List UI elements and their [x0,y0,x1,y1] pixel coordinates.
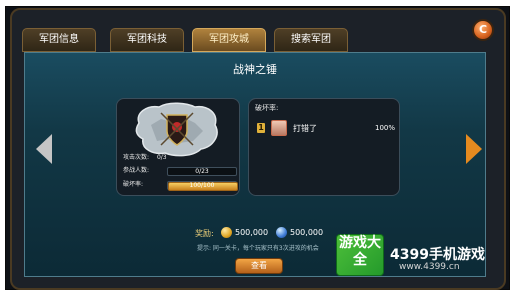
tab-legion-info[interactable]: 军团信息 [22,28,96,52]
gem-icon [276,227,287,238]
reward-gems: 500,000 [290,228,324,237]
stage-map-icon [135,102,218,157]
reward-coins: 500,000 [235,228,269,237]
participants-label: 参战人数: [123,167,150,174]
tab-bar: 军团信息 军团科技 军团攻城 搜索军团 [22,28,482,52]
view-button[interactable]: 查看 [235,258,283,274]
watermark-url: www.4399.cn [399,262,460,272]
attacks-value: 0/3 [156,154,167,161]
attacks-label: 攻击次数: [123,154,150,161]
tab-legion-siege[interactable]: 军团攻城 [192,28,266,52]
damage-heading: 破坏率: [255,104,279,112]
participants-bar: 0/23 [167,167,237,176]
tab-legion-tech[interactable]: 军团科技 [110,28,184,52]
watermark-badge: 游戏大全 [336,234,384,276]
damage-bar: 100/100 [167,181,238,191]
damage-label: 破坏率: [123,181,144,188]
arrow-right-icon[interactable] [466,134,482,164]
close-button[interactable]: C [472,19,494,41]
watermark-text: 4399手机游戏 [390,247,485,263]
rank-badge: 1 [257,123,265,133]
attacks-row: 攻击次数: 0/3 [123,153,167,163]
stage-title: 战神之锤 [233,63,277,76]
player-name: 打错了 [293,124,317,133]
reward-label: 奖励: [195,229,214,238]
tab-search-legion[interactable]: 搜索军团 [274,28,348,52]
player-avatar [271,120,287,136]
damage-ranking-box: 破坏率: 1 打错了 100% [248,98,400,196]
player-percent: 100% [375,124,396,132]
reward-hint: 提示: 同一关卡，每个玩家只有3次进攻的机会 [197,245,319,252]
gold-coin-icon [221,227,232,238]
damage-value: 100/100 [189,182,215,189]
participants-value: 0/23 [195,168,209,175]
arrow-left-icon[interactable] [36,134,52,164]
stage-info-box: 攻击次数: 0/3 参战人数: 0/23 破坏率: 100/100 [116,98,240,196]
